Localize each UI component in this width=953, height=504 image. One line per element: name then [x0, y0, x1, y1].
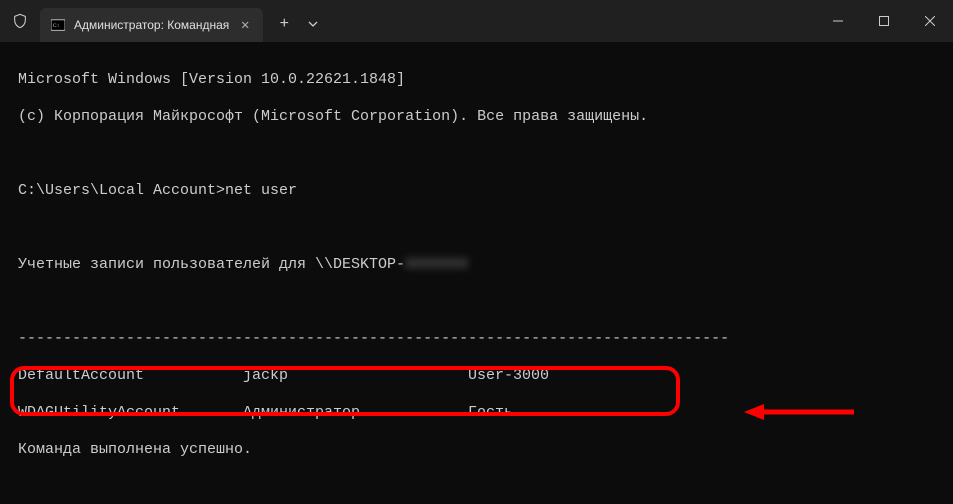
cell: Администратор: [243, 404, 468, 423]
terminal-window: C:\ Администратор: Командная ✕ + Micr: [0, 0, 953, 504]
prompt-line: C:\Users\Local Account>net user: [18, 182, 935, 201]
cell: WDAGUtilityAccount: [18, 404, 243, 423]
minimize-button[interactable]: [815, 0, 861, 42]
new-tab-button[interactable]: +: [269, 9, 299, 39]
output-row: WDAGUtilityAccountАдминистраторГость: [18, 404, 935, 423]
maximize-button[interactable]: [861, 0, 907, 42]
separator-line: ----------------------------------------…: [18, 330, 935, 349]
output-line: (c) Корпорация Майкрософт (Microsoft Cor…: [18, 108, 935, 127]
output-line: [18, 293, 935, 312]
cmd-icon: C:\: [50, 17, 66, 33]
output-line: [18, 219, 935, 238]
svg-text:C:\: C:\: [53, 23, 60, 29]
close-button[interactable]: [907, 0, 953, 42]
output-row: DefaultAccountjackpUser-3000: [18, 367, 935, 386]
cell: DefaultAccount: [18, 367, 243, 386]
shield-icon: [0, 0, 40, 42]
output-line: Учетные записи пользователей для \\DESKT…: [18, 256, 935, 275]
output-line: Microsoft Windows [Version 10.0.22621.18…: [18, 71, 935, 90]
output-line: Команда выполнена успешно.: [18, 441, 935, 460]
tab-title: Администратор: Командная: [74, 18, 229, 32]
tab-active[interactable]: C:\ Администратор: Командная ✕: [40, 8, 263, 42]
tab-dropdown-button[interactable]: [299, 9, 327, 39]
output-line: [18, 478, 935, 497]
output-line: [18, 145, 935, 164]
tab-close-button[interactable]: ✕: [237, 17, 253, 33]
titlebar: C:\ Администратор: Командная ✕ +: [0, 0, 953, 42]
cell: Гость: [468, 404, 513, 421]
cell: User-3000: [468, 367, 549, 384]
terminal-body[interactable]: Microsoft Windows [Version 10.0.22621.18…: [0, 42, 953, 504]
cell: jackp: [243, 367, 468, 386]
window-controls: [815, 0, 953, 42]
titlebar-left: C:\ Администратор: Командная ✕ +: [0, 0, 327, 42]
